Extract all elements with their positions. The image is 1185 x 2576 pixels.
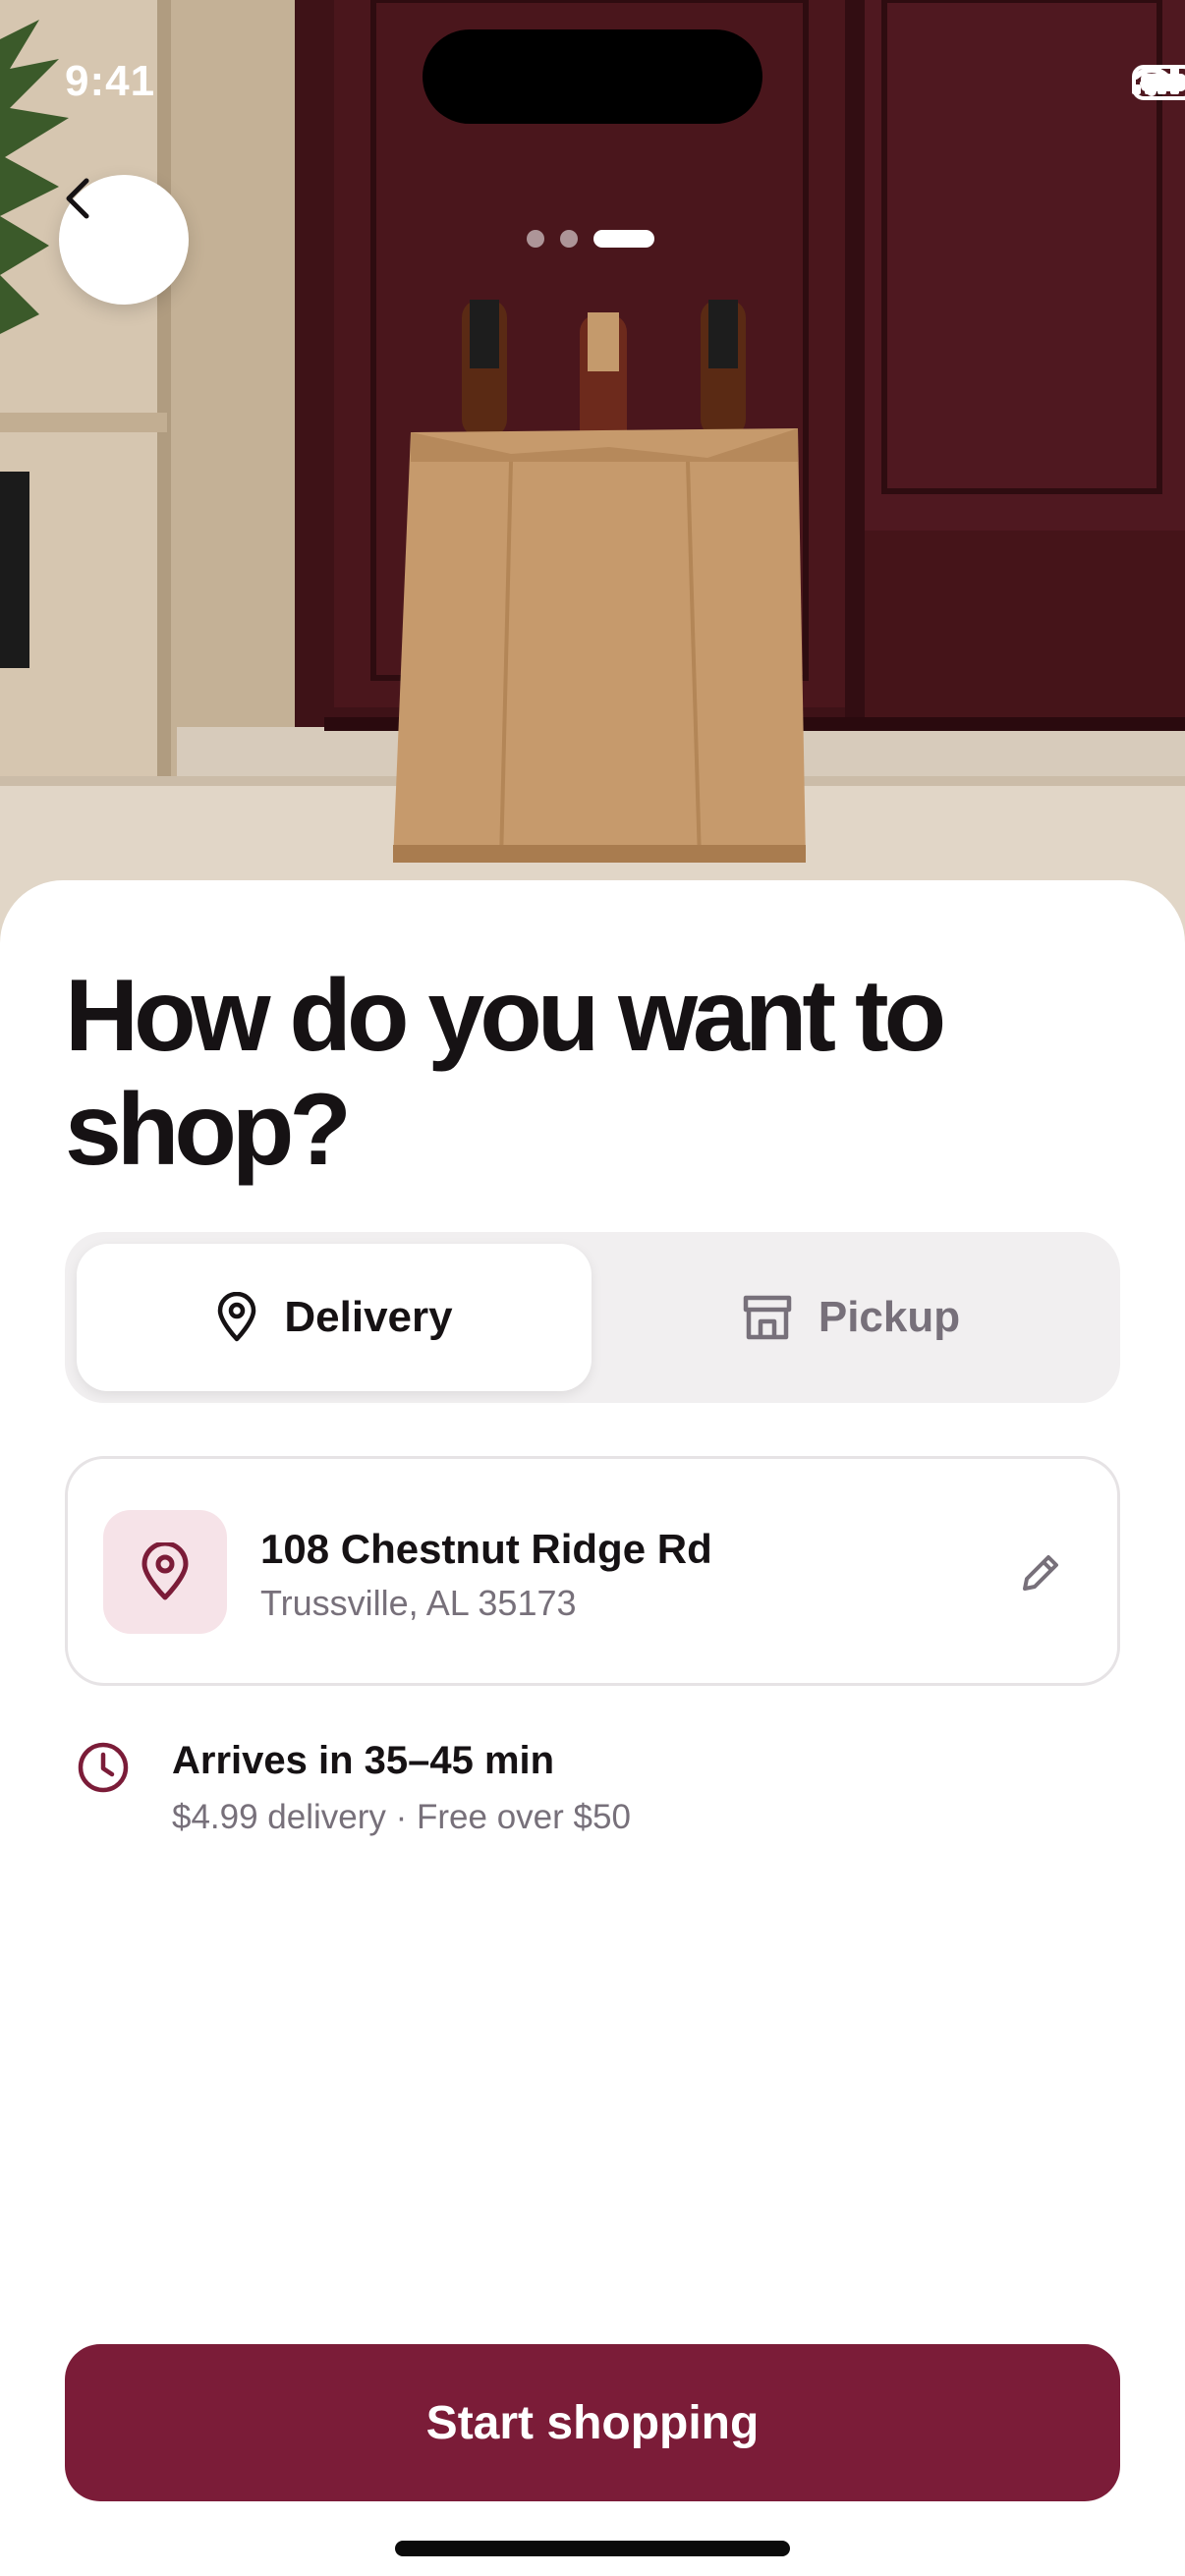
fulfillment-mode-toggle: Delivery Pickup [65,1232,1120,1403]
page-dot[interactable] [527,230,544,248]
dynamic-island [423,29,762,124]
home-indicator [395,2541,790,2556]
page-dot-active[interactable] [593,230,654,248]
status-time: 9:41 [65,57,156,105]
page-dot[interactable] [560,230,578,248]
eta-subtitle: $4.99 delivery · Free over $50 [172,1798,631,1836]
edit-address-button[interactable] [1011,1543,1070,1602]
address-card[interactable]: 108 Chestnut Ridge Rd Trussville, AL 351… [65,1456,1120,1686]
clock-icon [78,1742,129,1793]
address-icon-tile [103,1510,227,1634]
eta-title: Arrives in 35–45 min [172,1739,555,1782]
address-street: 108 Chestnut Ridge Rd [260,1526,712,1572]
pickup-option[interactable]: Pickup [593,1244,1108,1391]
page-title: How do you want to shop? [65,959,946,1187]
chevron-left-icon [66,178,89,219]
status-bar: 9:41 [0,0,1185,147]
start-shopping-button[interactable]: Start shopping [65,2344,1120,2501]
location-pin-icon [218,1292,256,1342]
pencil-icon [1023,1555,1058,1591]
delivery-option-label: Delivery [284,1293,453,1341]
page-indicator [527,230,654,248]
location-pin-icon [141,1542,189,1600]
store-icon [743,1295,792,1340]
back-button[interactable] [59,175,189,305]
pickup-option-label: Pickup [818,1293,961,1341]
delivery-option[interactable]: Delivery [77,1244,592,1391]
battery-icon [1132,65,1185,100]
hero-image: 9:41 [0,0,1185,963]
address-city: Trussville, AL 35173 [260,1583,577,1623]
